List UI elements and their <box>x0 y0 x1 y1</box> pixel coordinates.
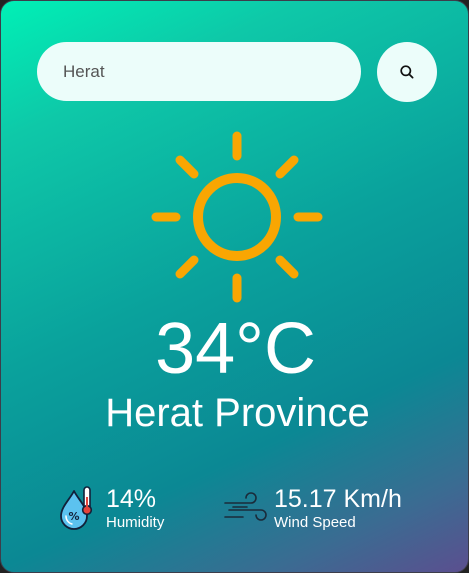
city-name: Herat Province <box>105 391 370 435</box>
wind-label: Wind Speed <box>274 514 356 531</box>
humidity-label: Humidity <box>106 514 165 531</box>
humidity-stat: % 14% Humidity <box>58 485 164 533</box>
humidity-value: 14% <box>106 485 157 513</box>
search-input[interactable] <box>63 61 343 82</box>
wind-stat: 15.17 Km/h Wind Speed <box>223 485 402 533</box>
search-button[interactable] <box>377 42 437 102</box>
wind-icon <box>224 492 267 521</box>
sun-icon <box>151 131 323 303</box>
search-icon <box>400 65 414 79</box>
svg-text:%: % <box>68 510 79 523</box>
wind-value: 15.17 Km/h <box>274 485 402 513</box>
weather-card: 34°C Herat Province % 14% Humidity 15.17… <box>0 0 469 573</box>
humidity-icon: % <box>60 486 93 530</box>
temperature: 34°C <box>155 309 316 389</box>
search-field[interactable] <box>37 42 361 101</box>
